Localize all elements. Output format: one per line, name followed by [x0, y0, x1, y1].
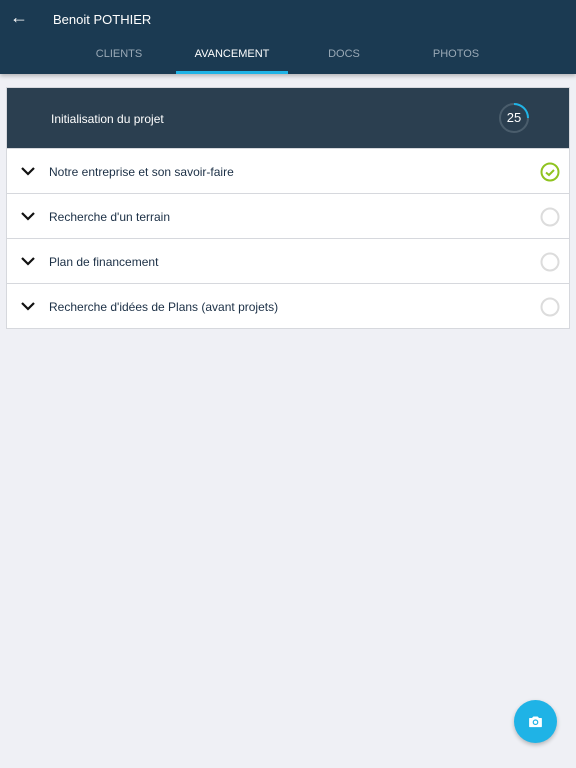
chevron-down-icon[interactable]: [21, 253, 35, 271]
back-button[interactable]: ←: [10, 7, 28, 28]
row-label: Recherche d'un terrain: [49, 210, 171, 224]
row-label: Recherche d'idées de Plans (avant projet…: [49, 300, 279, 314]
top-bar: ← Benoit POTHIER CLIENTS AVANCEMENT DOCS…: [0, 0, 576, 74]
progress-value: 25: [506, 110, 522, 125]
section-header: Initialisation du projet 25: [7, 88, 569, 148]
accordion-row[interactable]: Recherche d'un terrain: [7, 193, 569, 238]
accordion-row[interactable]: Plan de financement: [7, 238, 569, 283]
accordion-row[interactable]: Recherche d'idées de Plans (avant projet…: [7, 283, 569, 328]
chevron-down-icon[interactable]: [21, 208, 35, 226]
chevron-down-icon[interactable]: [21, 298, 35, 316]
empty-circle-icon[interactable]: [540, 207, 560, 232]
page-title: Benoit POTHIER: [53, 12, 152, 27]
progress-card: Initialisation du projet 25 Notre entrep…: [6, 87, 570, 329]
camera-icon: [529, 716, 542, 728]
tab-photos[interactable]: PHOTOS: [400, 48, 512, 74]
camera-button[interactable]: [514, 700, 557, 743]
chevron-down-icon[interactable]: [21, 163, 35, 181]
row-label: Notre entreprise et son savoir-faire: [49, 165, 234, 179]
empty-circle-icon[interactable]: [540, 297, 560, 322]
arrow-left-icon: ←: [10, 7, 28, 27]
check-circle-icon[interactable]: [540, 162, 560, 187]
accordion-row[interactable]: Notre entreprise et son savoir-faire: [7, 148, 569, 193]
section-title: Initialisation du projet: [51, 112, 164, 126]
empty-circle-icon[interactable]: [540, 252, 560, 277]
row-label: Plan de financement: [49, 255, 159, 269]
tab-clients[interactable]: CLIENTS: [63, 48, 175, 74]
tab-docs[interactable]: DOCS: [288, 48, 400, 74]
tab-avancement[interactable]: AVANCEMENT: [176, 48, 288, 74]
progress-ring: 25: [498, 102, 530, 134]
